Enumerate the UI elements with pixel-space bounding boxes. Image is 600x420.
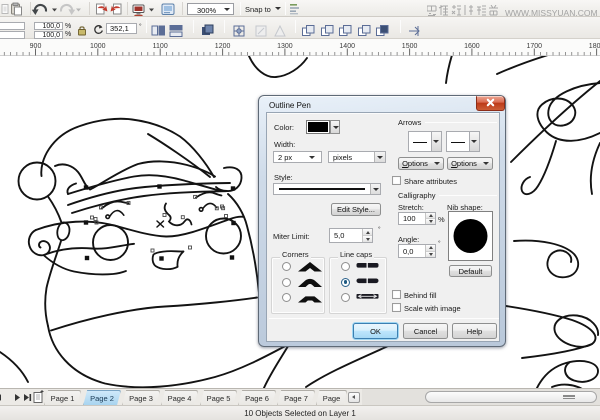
svg-text:1800: 1800 — [589, 43, 600, 50]
